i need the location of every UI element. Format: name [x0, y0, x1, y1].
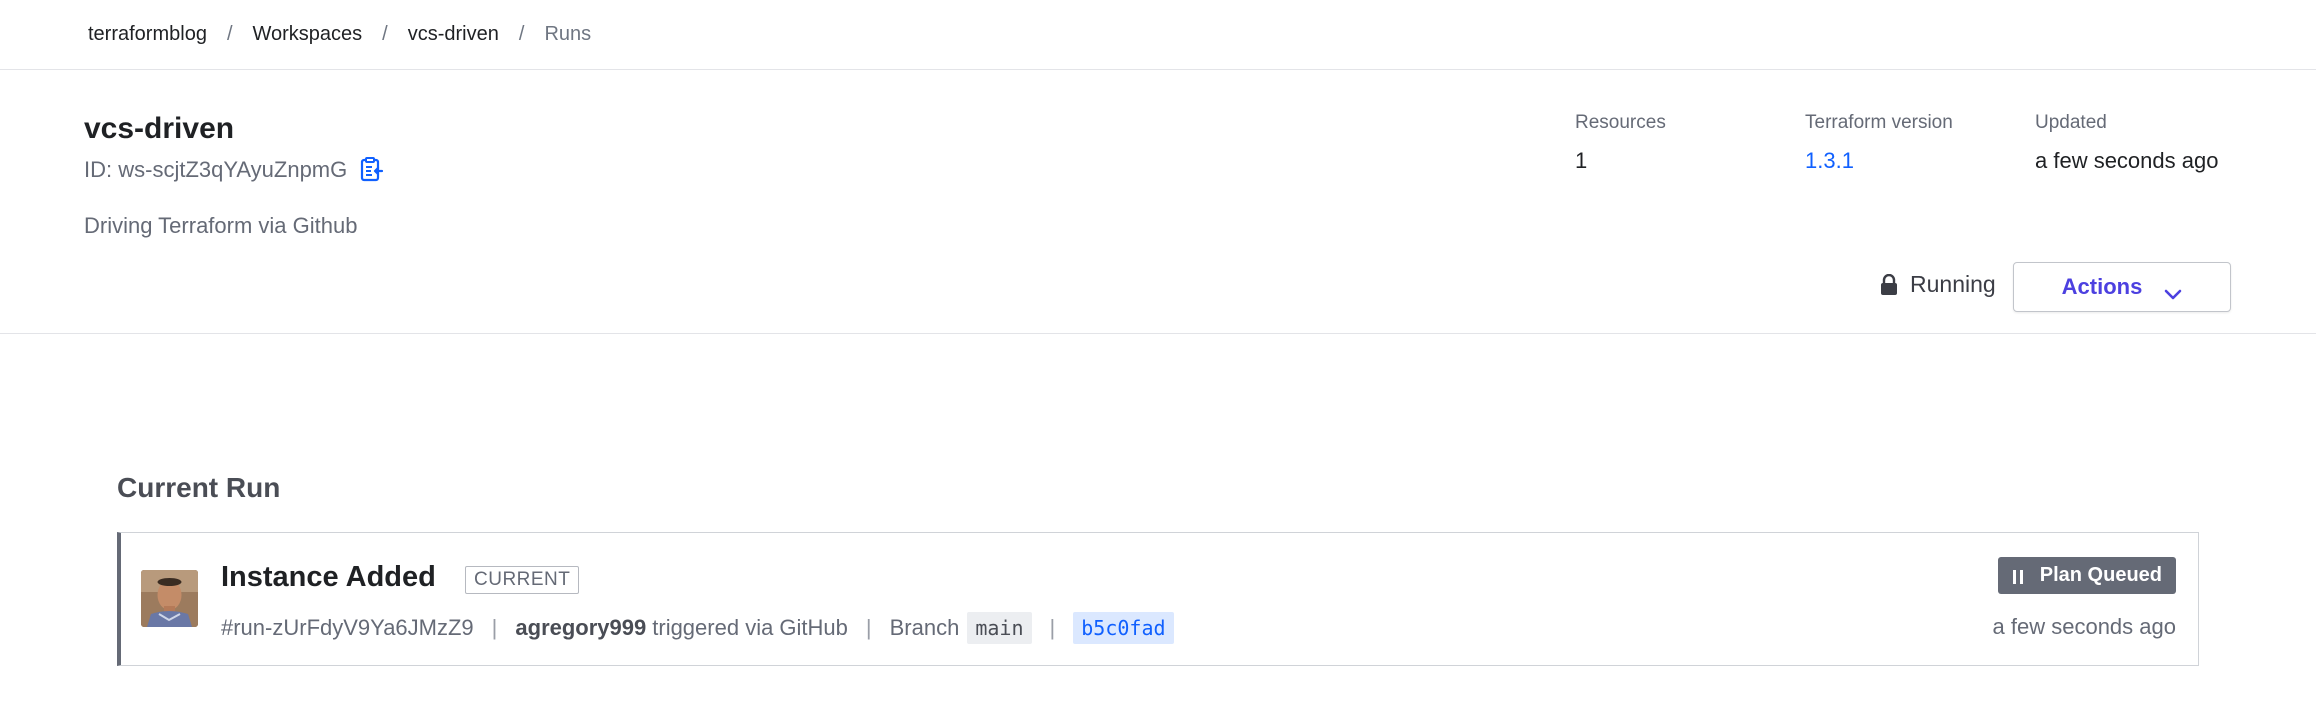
current-run-card[interactable]: Instance Added CURRENT #run-zUrFdyV9Ya6J…: [117, 532, 2199, 666]
lock-status-label: Running: [1910, 271, 1996, 297]
current-run-heading: Current Run: [117, 472, 281, 503]
actions-dropdown-button[interactable]: Actions: [2013, 262, 2231, 312]
run-meta: #run-zUrFdyV9Ya6JMzZ9 | agregory999 trig…: [221, 610, 1174, 646]
run-trigger: triggered via GitHub: [652, 615, 848, 640]
avatar: [141, 570, 198, 627]
branch-label: Branch: [889, 615, 960, 640]
workspace-description: Driving Terraform via Github: [84, 213, 358, 238]
lock-status: Running: [1880, 271, 1996, 298]
breadcrumb-current: Runs: [544, 23, 592, 45]
workspace-name: vcs-driven: [84, 112, 235, 145]
run-user: agregory999: [515, 615, 647, 640]
pause-icon: [2012, 568, 2024, 584]
stat-resources-value: 1: [1575, 148, 1588, 173]
breadcrumb-org[interactable]: terraformblog: [88, 23, 207, 46]
stat-updated: Updated a few seconds ago: [2035, 112, 2218, 174]
breadcrumb-separator: /: [518, 23, 525, 45]
terraform-version-link[interactable]: 1.3.1: [1805, 148, 1953, 174]
stat-updated-value: a few seconds ago: [2035, 148, 2219, 173]
lock-icon: [1880, 273, 1898, 296]
chevron-down-icon: [2164, 281, 2182, 300]
stat-terraform-version-label: Terraform version: [1805, 112, 1953, 133]
branch-name: main: [967, 612, 1032, 644]
meta-separator: |: [865, 615, 872, 640]
commit-sha-link[interactable]: b5c0fad: [1073, 612, 1174, 644]
run-status-label: Plan Queued: [2039, 564, 2162, 586]
workspace-id-row: ID: ws-scjtZ3qYAyuZnpmG: [84, 156, 385, 184]
breadcrumb-workspaces[interactable]: Workspaces: [253, 23, 363, 46]
breadcrumb: terraformblog / Workspaces / vcs-driven …: [88, 23, 591, 46]
breadcrumb-separator: /: [226, 23, 233, 45]
breadcrumb-separator: /: [382, 23, 388, 45]
workspace-header: vcs-driven ID: ws-scjtZ3qYAyuZnpmG Drivi…: [0, 70, 2316, 334]
copy-clipboard-icon[interactable]: [357, 156, 385, 184]
meta-separator: |: [491, 615, 498, 640]
breadcrumb-bar: terraformblog / Workspaces / vcs-driven …: [0, 0, 2316, 70]
meta-separator: |: [1049, 615, 1056, 640]
run-timestamp: a few seconds ago: [1992, 614, 2176, 639]
stat-terraform-version: Terraform version 1.3.1: [1805, 112, 1953, 174]
breadcrumb-workspace[interactable]: vcs-driven: [408, 23, 499, 46]
stat-updated-label: Updated: [2035, 112, 2107, 133]
run-title[interactable]: Instance Added: [221, 561, 436, 594]
run-status-badge: Plan Queued: [1997, 557, 2176, 594]
run-id: #run-zUrFdyV9Ya6JMzZ9: [221, 615, 474, 640]
stat-resources-label: Resources: [1575, 112, 1666, 133]
workspace-id: ID: ws-scjtZ3qYAyuZnpmG: [84, 157, 348, 182]
current-badge: CURRENT: [465, 566, 580, 594]
stat-resources: Resources 1: [1575, 112, 1666, 174]
actions-label: Actions: [2061, 274, 2143, 299]
